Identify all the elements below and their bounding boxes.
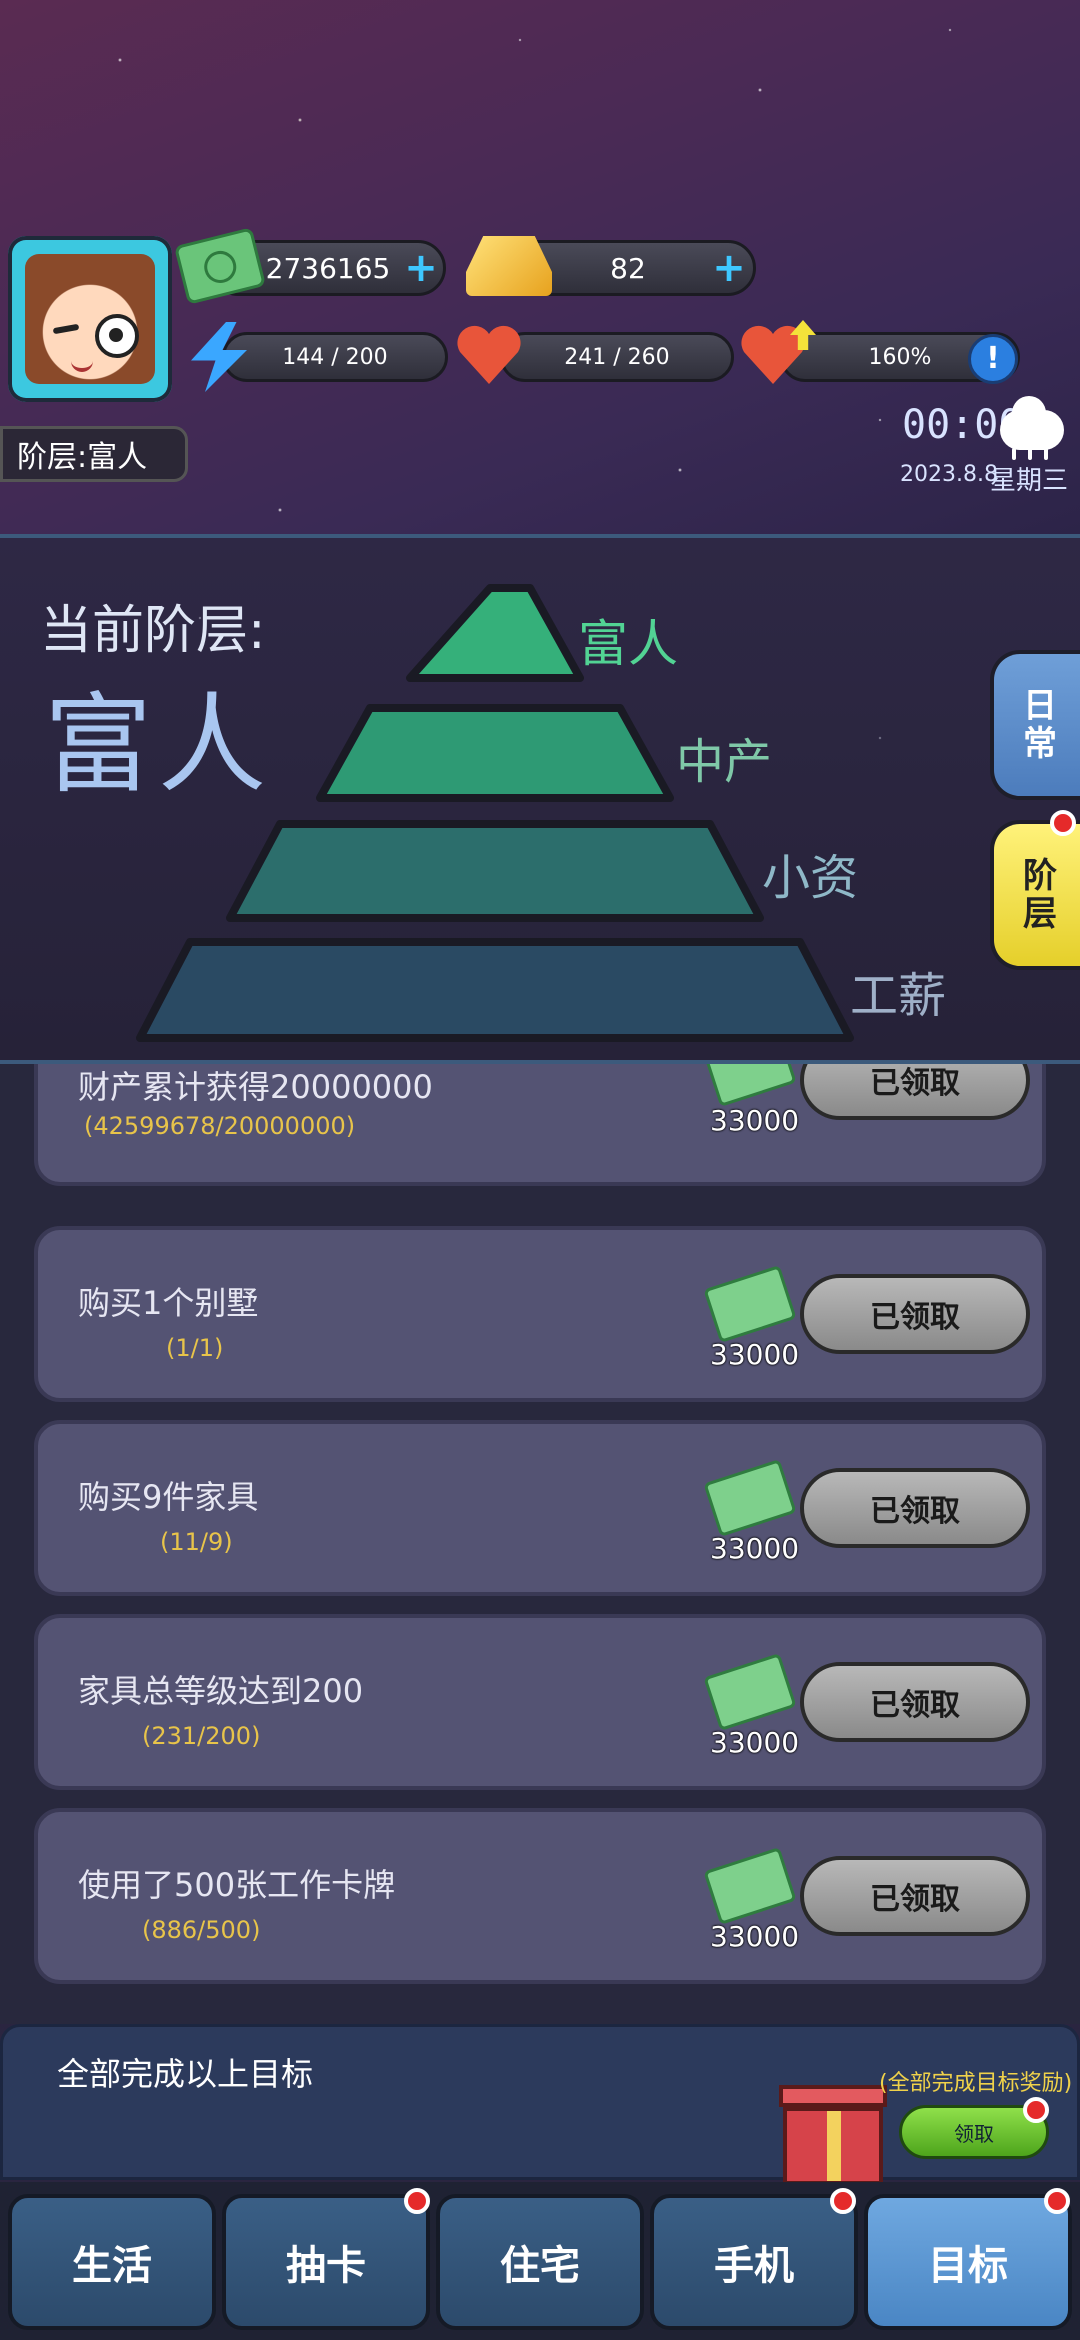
cash-reward-icon: [703, 1064, 797, 1107]
claimed-button-label: 已领取: [870, 1494, 960, 1529]
task-progress: (42599678/20000000): [84, 1112, 356, 1140]
claimed-button[interactable]: 已领取: [800, 1064, 1030, 1120]
gift-box-icon: [779, 2077, 887, 2189]
reward-amount: 33000: [710, 1104, 800, 1137]
task-card: 使用了500张工作卡牌 (886/500) 33000 已领取: [34, 1808, 1046, 1984]
reward-amount: 33000: [710, 1338, 800, 1371]
task-card: 购买1个别墅 (1/1) 33000 已领取: [34, 1226, 1046, 1402]
complete-all-reward-label: (全部完成目标奖励): [879, 2071, 1073, 2096]
bottom-nav: 生活 抽卡 住宅 手机 目标: [0, 2182, 1080, 2340]
nav-draw-card-label: 抽卡: [286, 2243, 366, 2289]
task-title: 家具总等级达到200: [78, 1672, 364, 1710]
energy-bar: 144 / 200: [222, 332, 448, 382]
tab-rank-label: 阶层: [1016, 857, 1057, 933]
task-title: 购买9件家具: [78, 1478, 259, 1516]
nav-goals-notification-dot: [1044, 2188, 1070, 2214]
nav-phone-notification-dot: [830, 2188, 856, 2214]
tab-daily-label: 日常: [1016, 687, 1057, 763]
complete-all-goals-bar: 全部完成以上目标 (全部完成目标奖励) 领取: [0, 2024, 1080, 2185]
task-progress: (11/9): [160, 1528, 233, 1556]
nav-residence[interactable]: 住宅: [436, 2194, 644, 2330]
task-progress: (1/1): [166, 1334, 224, 1362]
tab-rank[interactable]: 阶层: [990, 820, 1080, 970]
nav-goals-label: 目标: [928, 2243, 1008, 2289]
weekday-label: 星期三: [990, 466, 1069, 496]
player-avatar[interactable]: [8, 236, 172, 402]
tab-daily[interactable]: 日常: [990, 650, 1080, 800]
claimed-button-label: 已领取: [870, 1300, 960, 1335]
claimed-button[interactable]: 已领取: [800, 1856, 1030, 1936]
claimed-button-label: 已领取: [870, 1882, 960, 1917]
task-title: 购买1个别墅: [78, 1284, 259, 1322]
task-card: 家具总等级达到200 (231/200) 33000 已领取: [34, 1614, 1046, 1790]
claimed-button-label: 已领取: [870, 1066, 960, 1101]
gold-value: 82: [610, 251, 646, 285]
avatar-face-icon: [25, 254, 155, 384]
cash-reward-icon: [703, 1265, 797, 1343]
complete-all-title: 全部完成以上目标: [57, 2055, 314, 2093]
info-button[interactable]: !: [968, 334, 1018, 384]
rank-tag-label: 阶层:富人: [17, 440, 148, 475]
task-title: 使用了500张工作卡牌: [78, 1866, 396, 1904]
add-money-button[interactable]: +: [404, 248, 438, 288]
pyramid-tier-middle: [316, 704, 674, 802]
energy-value: 144 / 200: [282, 344, 388, 370]
task-progress: (231/200): [142, 1722, 261, 1750]
nav-draw-card-notification-dot: [404, 2188, 430, 2214]
task-card: 购买9件家具 (11/9) 33000 已领取: [34, 1420, 1046, 1596]
task-list[interactable]: 财产累计获得20000000 (42599678/20000000) 33000…: [0, 1064, 1080, 2024]
health-value: 241 / 260: [564, 344, 670, 370]
nav-draw-card[interactable]: 抽卡: [222, 2194, 430, 2330]
claimed-button[interactable]: 已领取: [800, 1468, 1030, 1548]
claimed-button[interactable]: 已领取: [800, 1662, 1030, 1742]
pyramid-level-petty: 小资: [762, 850, 859, 906]
rain-cloud-icon: [1000, 396, 1064, 464]
pyramid-tier-worker: [136, 938, 854, 1042]
add-gold-button[interactable]: +: [712, 248, 746, 288]
nav-life-label: 生活: [72, 2243, 152, 2289]
task-card: 财产累计获得20000000 (42599678/20000000) 33000…: [34, 1064, 1046, 1186]
claim-all-notification-dot: [1023, 2097, 1049, 2123]
pyramid-tier-rich: [406, 584, 584, 682]
nav-goals[interactable]: 目标: [864, 2194, 1072, 2330]
rank-tag[interactable]: 阶层:富人: [0, 426, 188, 482]
status-header: 2736165 + 82 + 144 / 200 241 / 260 160% …: [0, 0, 1080, 536]
gold-bars-icon: [466, 236, 552, 296]
task-progress: (886/500): [142, 1916, 261, 1944]
pyramid-level-rich: 富人: [578, 615, 678, 673]
health-bar: 241 / 260: [500, 332, 734, 382]
nav-phone[interactable]: 手机: [650, 2194, 858, 2330]
cash-reward-icon: [703, 1653, 797, 1731]
nav-phone-label: 手机: [714, 2243, 794, 2289]
bonus-rate-value: 160%: [868, 344, 932, 370]
nav-residence-label: 住宅: [500, 2243, 580, 2289]
pyramid-level-worker: 工薪: [850, 968, 947, 1024]
money-value: 2736165: [265, 251, 391, 285]
pyramid-tier-petty: [226, 820, 764, 922]
tab-rank-notification-dot: [1050, 810, 1076, 836]
claim-all-button-label: 领取: [954, 2121, 994, 2146]
reward-amount: 33000: [710, 1532, 800, 1565]
reward-amount: 33000: [710, 1920, 800, 1953]
cash-reward-icon: [703, 1847, 797, 1925]
pyramid-level-middle: 中产: [676, 734, 773, 790]
nav-life[interactable]: 生活: [8, 2194, 216, 2330]
cash-reward-icon: [703, 1459, 797, 1537]
date-label: 2023.8.8: [900, 462, 998, 487]
reward-amount: 33000: [710, 1726, 800, 1759]
claimed-button[interactable]: 已领取: [800, 1274, 1030, 1354]
claimed-button-label: 已领取: [870, 1688, 960, 1723]
rank-pyramid-panel: 当前阶层: 富人 富人 中产 小资 工薪 日常 阶层: [0, 534, 1080, 1064]
task-title: 财产累计获得20000000: [78, 1068, 433, 1106]
